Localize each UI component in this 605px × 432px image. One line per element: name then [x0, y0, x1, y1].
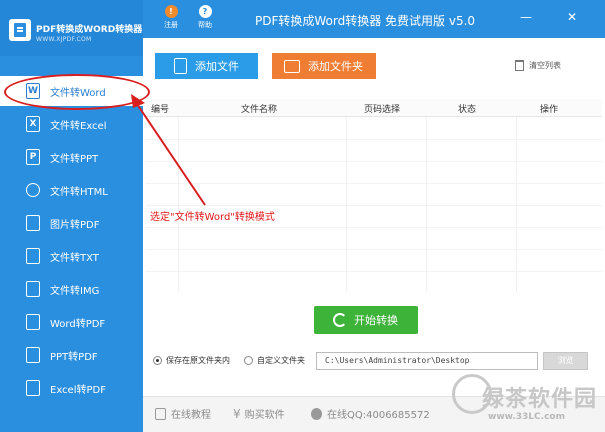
refresh-icon	[333, 313, 347, 327]
sidebar-item-excel-to-pdf[interactable]: Excel转PDF	[0, 373, 143, 403]
logo-url: WWW.XJPDF.COM	[36, 36, 92, 43]
register-icon: !	[164, 5, 178, 18]
minimize-button[interactable]: —	[519, 10, 533, 24]
sidebar: PDF转换成WORD转换器 WWW.XJPDF.COM W 文件转Word X …	[0, 0, 143, 432]
online-qq-label: 在线QQ:4006685572	[327, 410, 430, 421]
column-header-index: 编号	[151, 105, 170, 115]
image-icon	[26, 281, 40, 297]
online-tutorial-label: 在线教程	[171, 410, 211, 421]
add-folder-label: 添加文件夹	[308, 60, 363, 73]
annotation-text: 选定"文件转Word"转换模式	[150, 212, 275, 223]
radio-custom-folder[interactable]	[244, 356, 253, 365]
image-pdf-icon	[26, 215, 40, 231]
sidebar-item-label: Excel转PDF	[50, 384, 106, 396]
browse-button[interactable]: 浏览	[543, 352, 588, 370]
bottom-bar: 在线教程 ¥ 购买软件 在线QQ:4006685572	[143, 396, 605, 432]
online-tutorial-link[interactable]: 在线教程	[155, 406, 211, 421]
sidebar-item-label: 文件转HTML	[50, 186, 108, 198]
globe-icon	[26, 183, 40, 197]
option-custom-folder-label: 自定义文件夹	[257, 356, 305, 365]
trash-icon	[515, 60, 524, 71]
sidebar-item-label: 文件转PPT	[50, 153, 99, 165]
radio-save-original[interactable]	[153, 356, 162, 365]
register-button[interactable]: ! 注册	[156, 5, 186, 30]
ppt-file-icon: P	[26, 149, 40, 165]
save-options: 保存在原文件夹内 自定义文件夹 C:\Users\Administrator\D…	[153, 352, 603, 374]
title-bar: ! 注册 ? 帮助 PDF转换成Word转换器 免费试用版 v5.0 — ✕	[143, 0, 605, 38]
sidebar-item-file-to-ppt[interactable]: P 文件转PPT	[0, 142, 143, 172]
clear-list-label: 清空列表	[529, 61, 561, 70]
column-header-status: 状态	[458, 105, 477, 115]
sidebar-item-file-to-html[interactable]: 文件转HTML	[0, 175, 143, 205]
word-file-icon: W	[26, 83, 40, 99]
close-button[interactable]: ✕	[565, 10, 579, 24]
row-divider	[146, 183, 602, 184]
sidebar-item-image-to-pdf[interactable]: 图片转PDF	[0, 208, 143, 238]
sidebar-item-label: 图片转PDF	[50, 219, 100, 231]
app-logo: PDF转换成WORD转换器 WWW.XJPDF.COM	[0, 0, 143, 56]
help-icon: ?	[198, 5, 212, 18]
sidebar-item-label: 文件转IMG	[50, 285, 100, 297]
row-divider	[146, 139, 602, 140]
row-divider	[146, 227, 602, 228]
sidebar-item-file-to-excel[interactable]: X 文件转Excel	[0, 109, 143, 139]
add-file-icon	[174, 58, 187, 74]
column-header-filename: 文件名称	[241, 105, 278, 115]
clear-list-button[interactable]: 清空列表	[515, 60, 561, 71]
buy-software-label: 购买软件	[244, 410, 285, 421]
sidebar-item-file-to-word[interactable]: W 文件转Word	[0, 76, 143, 106]
help-label: 帮助	[198, 21, 212, 29]
sidebar-item-label: Word转PDF	[50, 318, 106, 330]
start-conversion-button[interactable]: 开始转换	[314, 306, 418, 334]
ppt-pdf-icon	[26, 347, 40, 363]
add-file-label: 添加文件	[195, 60, 239, 73]
output-path-field[interactable]: C:\Users\Administrator\Desktop	[316, 352, 538, 370]
txt-file-icon	[26, 248, 40, 264]
sidebar-item-ppt-to-pdf[interactable]: PPT转PDF	[0, 340, 143, 370]
logo-title: PDF转换成WORD转换器	[36, 25, 143, 35]
add-folder-button[interactable]: 添加文件夹	[272, 53, 376, 79]
word-pdf-icon	[26, 314, 40, 330]
sidebar-item-label: 文件转Word	[50, 87, 106, 99]
window-title: PDF转换成Word转换器 免费试用版 v5.0	[255, 14, 476, 28]
sidebar-item-label: 文件转TXT	[50, 252, 99, 264]
row-divider	[146, 271, 602, 272]
row-divider	[146, 249, 602, 250]
yen-icon: ¥	[233, 406, 241, 421]
column-header-action: 操作	[540, 105, 559, 115]
excel-file-icon: X	[26, 116, 40, 132]
row-divider	[146, 161, 602, 162]
table-header: 编号 文件名称 页码选择 状态 操作	[146, 99, 602, 117]
add-file-button[interactable]: 添加文件	[155, 53, 258, 79]
help-button[interactable]: ? 帮助	[190, 5, 220, 30]
sidebar-item-label: PPT转PDF	[50, 351, 98, 363]
start-conversion-label: 开始转换	[354, 314, 398, 327]
folder-icon	[284, 59, 300, 73]
sidebar-item-label: 文件转Excel	[50, 120, 107, 132]
sidebar-item-file-to-img[interactable]: 文件转IMG	[0, 274, 143, 304]
row-divider	[146, 205, 602, 206]
online-qq-link[interactable]: 在线QQ:4006685572	[311, 406, 430, 421]
register-label: 注册	[164, 21, 178, 29]
file-table: 编号 文件名称 页码选择 状态 操作	[146, 99, 602, 292]
column-header-pages: 页码选择	[364, 105, 401, 115]
sidebar-item-file-to-txt[interactable]: 文件转TXT	[0, 241, 143, 271]
buy-software-link[interactable]: ¥ 购买软件	[233, 406, 285, 422]
qq-icon	[311, 407, 322, 420]
excel-pdf-icon	[26, 380, 40, 396]
logo-icon	[9, 19, 31, 41]
book-icon	[155, 407, 166, 420]
sidebar-item-word-to-pdf[interactable]: Word转PDF	[0, 307, 143, 337]
option-save-original-label: 保存在原文件夹内	[166, 356, 230, 365]
